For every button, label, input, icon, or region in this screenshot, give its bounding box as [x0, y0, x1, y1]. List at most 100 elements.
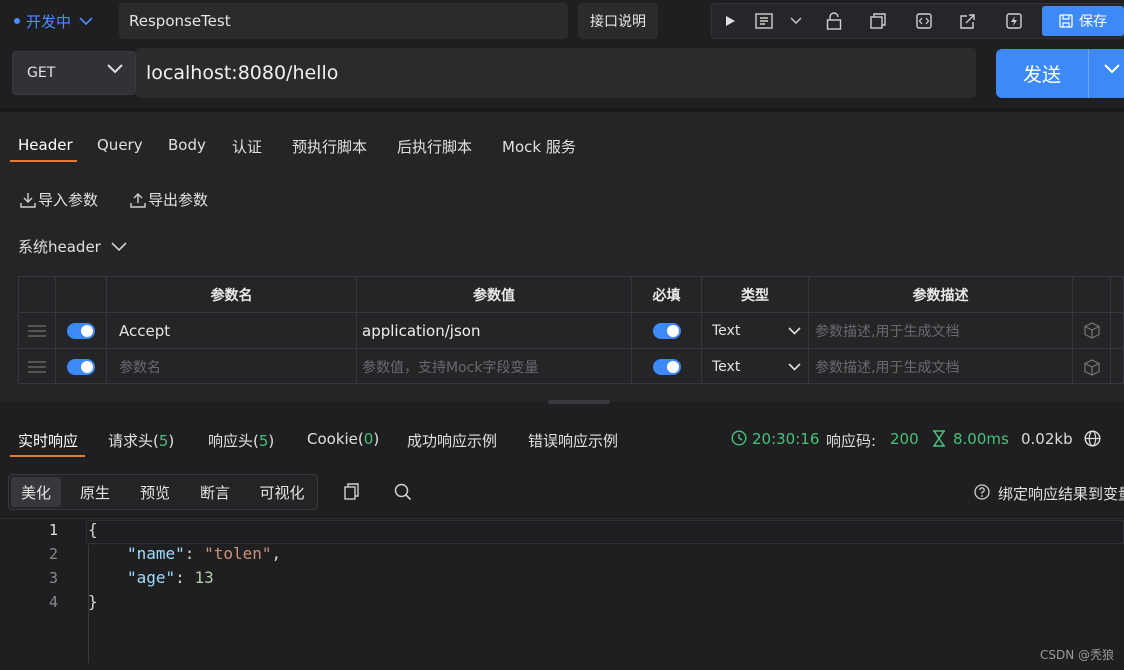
drag-handle-icon[interactable] [19, 349, 56, 385]
api-doc-button[interactable]: 接口说明 [578, 3, 658, 39]
env-dot-icon [14, 18, 20, 24]
tab-realtime-response[interactable]: 实时响应 [18, 430, 78, 451]
copy-icon[interactable] [860, 4, 896, 38]
format-pretty-button[interactable]: 美化 [11, 477, 61, 507]
json-key: "age" [127, 568, 176, 587]
count-badge: 5 [258, 432, 269, 450]
table-header-enable [56, 277, 107, 313]
run-icon[interactable] [712, 4, 748, 38]
tab-label: 响应头( [208, 432, 259, 450]
url-input[interactable]: localhost:8080/hello [136, 48, 976, 98]
response-time: 20:30:16 [752, 430, 820, 448]
param-value-input[interactable]: 参数值，支持Mock字段变量 [357, 349, 632, 385]
format-raw-button[interactable]: 原生 [67, 477, 123, 507]
enable-toggle[interactable] [56, 313, 107, 349]
param-value-input[interactable]: application/json [357, 313, 632, 349]
globe-icon[interactable] [1084, 430, 1101, 447]
export-params-button[interactable]: 导出参数 [130, 189, 208, 210]
tab-post-script[interactable]: 后执行脚本 [397, 136, 472, 157]
param-desc-input[interactable]: 参数描述,用于生成文档 [809, 349, 1073, 385]
help-icon [974, 484, 990, 500]
table-header-drag [19, 277, 56, 313]
required-toggle[interactable] [632, 349, 702, 385]
chevron-down-icon [788, 327, 801, 335]
chevron-down-icon[interactable] [778, 4, 814, 38]
line-number: 3 [48, 569, 58, 587]
code-line: { [88, 520, 98, 539]
search-icon[interactable] [394, 483, 412, 501]
mock-cube-icon[interactable] [1073, 313, 1111, 349]
drag-handle-icon[interactable] [19, 313, 56, 349]
tab-error-example[interactable]: 错误响应示例 [528, 430, 618, 451]
save-label: 保存 [1079, 14, 1107, 30]
tab-request-headers[interactable]: 请求头(5) [108, 430, 174, 451]
column-header-required: 必填 [632, 277, 702, 313]
row-more-cell [1111, 313, 1124, 349]
tab-label: ) [268, 432, 275, 450]
param-desc-input[interactable]: 参数描述,用于生成文档 [809, 313, 1073, 349]
download-icon [20, 192, 36, 208]
required-toggle[interactable] [632, 313, 702, 349]
enable-toggle[interactable] [56, 349, 107, 385]
method-select[interactable]: GET [12, 51, 136, 95]
tab-success-example[interactable]: 成功响应示例 [407, 430, 497, 451]
tab-auth[interactable]: 认证 [232, 136, 262, 157]
tab-query[interactable]: Query [97, 136, 143, 154]
clock-icon [731, 430, 747, 446]
unlock-icon[interactable] [816, 4, 852, 38]
request-tabs: Header Query Body 认证 预执行脚本 后执行脚本 Mock 服务 [0, 112, 1124, 166]
line-number: 2 [48, 545, 58, 563]
toolbar: 保存 [711, 3, 1124, 39]
status-code-label: 响应码: [826, 432, 877, 450]
tab-response-headers[interactable]: 响应头(5) [208, 430, 274, 451]
line-number: 4 [48, 593, 58, 611]
chevron-down-icon [788, 363, 801, 371]
bind-response-variable-link[interactable]: 绑定响应结果到变量 [998, 483, 1124, 504]
table-header-more [1111, 277, 1124, 313]
panel-divider [0, 402, 1124, 418]
column-header-value: 参数值 [357, 277, 632, 313]
save-button[interactable]: 保存 [1042, 6, 1124, 36]
current-line-highlight [86, 520, 1124, 544]
code-icon[interactable] [906, 4, 942, 38]
tab-pre-script[interactable]: 预执行脚本 [292, 136, 367, 157]
format-assert-button[interactable]: 断言 [187, 477, 243, 507]
method-label: GET [27, 65, 56, 81]
mock-cube-icon[interactable] [1073, 349, 1111, 385]
hourglass-icon [933, 430, 945, 447]
param-name-input[interactable]: Accept [107, 313, 357, 349]
tab-body[interactable]: Body [168, 136, 206, 154]
watermark: CSDN @秃狼 [1040, 648, 1115, 662]
chevron-down-icon [79, 16, 93, 25]
format-visualize-button[interactable]: 可视化 [249, 477, 315, 507]
response-size: 0.02kb [1021, 430, 1073, 448]
tab-mock[interactable]: Mock 服务 [502, 136, 576, 157]
api-name-input[interactable]: ResponseTest [119, 3, 568, 39]
param-name-input[interactable]: 参数名 [107, 349, 357, 385]
format-preview-button[interactable]: 预览 [127, 477, 183, 507]
run-options-icon[interactable] [746, 4, 782, 38]
tab-active-underline [10, 160, 77, 162]
chevron-down-icon[interactable] [1104, 63, 1120, 75]
line-number: 1 [48, 521, 58, 539]
tab-label: ) [168, 432, 175, 450]
share-icon[interactable] [950, 4, 986, 38]
code-line: "age": 13 [127, 568, 214, 587]
tab-header[interactable]: Header [18, 136, 73, 154]
env-label: 开发中 [26, 12, 72, 31]
import-params-button[interactable]: 导入参数 [20, 189, 98, 210]
column-header-type: 类型 [702, 277, 809, 313]
export-label: 导出参数 [148, 191, 209, 209]
environment-selector[interactable]: 开发中 [14, 4, 110, 38]
upload-icon [130, 192, 146, 208]
tab-label: Cookie( [307, 430, 364, 448]
system-header-toggle[interactable]: 系统header [18, 236, 127, 257]
copy-icon[interactable] [344, 483, 360, 500]
send-button[interactable]: 发送 [996, 49, 1124, 98]
type-select[interactable]: Text [702, 313, 809, 349]
tab-cookie[interactable]: Cookie(0) [307, 430, 379, 448]
flash-icon[interactable] [996, 4, 1032, 38]
count-badge: 5 [158, 432, 169, 450]
resize-handle[interactable] [548, 400, 610, 404]
type-select[interactable]: Text [702, 349, 809, 385]
